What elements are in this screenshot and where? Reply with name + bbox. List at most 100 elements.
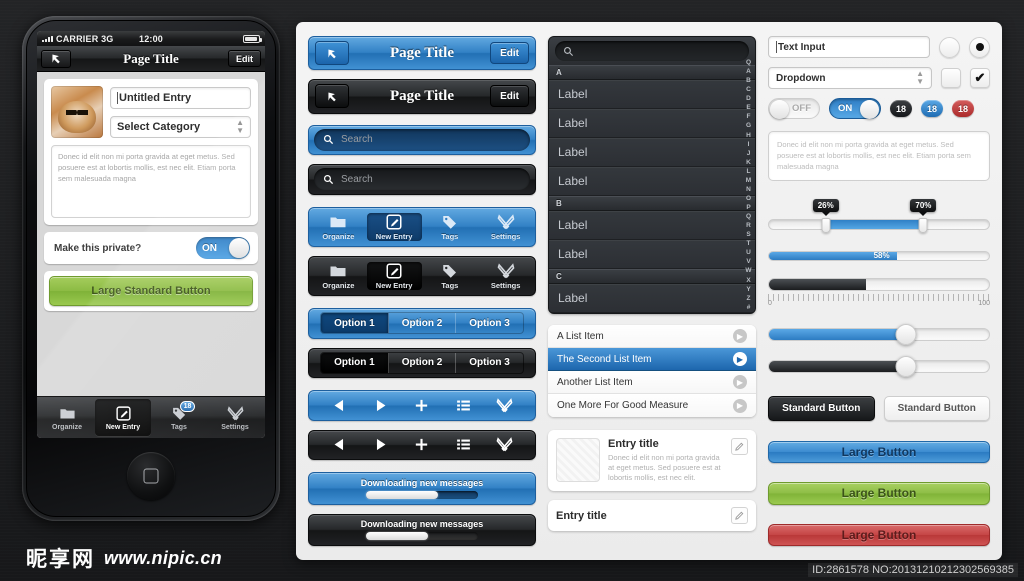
dropdown-select[interactable]: Dropdown ▲ ▼ xyxy=(768,67,932,89)
search-input[interactable] xyxy=(555,41,749,61)
search-input[interactable]: Search xyxy=(314,168,530,191)
back-button[interactable] xyxy=(315,41,349,66)
index-letter[interactable]: P xyxy=(746,204,750,211)
list-icon[interactable] xyxy=(455,436,472,453)
index-letter[interactable]: W xyxy=(745,267,751,274)
knob-track[interactable] xyxy=(768,327,990,341)
tab-organize[interactable]: Organize xyxy=(39,399,95,436)
edit-button[interactable]: Edit xyxy=(228,50,261,67)
large-standard-button[interactable]: Large Standard Button xyxy=(49,276,253,306)
play-icon[interactable] xyxy=(372,436,389,453)
segment-option-3[interactable]: Option 3 xyxy=(456,353,523,373)
large-button-blue[interactable]: Large Button xyxy=(768,440,990,464)
back-button[interactable] xyxy=(41,49,71,68)
index-letter[interactable]: G xyxy=(746,122,751,129)
segment-option-1[interactable]: Option 1 xyxy=(321,313,389,334)
index-letter[interactable]: U xyxy=(746,249,751,256)
list-item[interactable]: Label xyxy=(549,240,755,269)
textarea[interactable]: Donec id elit non mi porta gravida at eg… xyxy=(768,131,990,182)
index-letter[interactable]: L xyxy=(747,168,751,175)
index-letter[interactable]: K xyxy=(746,159,751,166)
index-letter[interactable]: # xyxy=(747,304,751,311)
entry-photo[interactable] xyxy=(51,86,103,138)
tab-new-entry[interactable]: New Entry xyxy=(95,399,151,436)
tabbar-item-organize[interactable]: Organize xyxy=(311,262,366,290)
tab-tags[interactable]: Tags 18 xyxy=(151,399,207,436)
index-letter[interactable]: Q xyxy=(746,59,751,66)
pencil-icon[interactable] xyxy=(731,438,748,455)
list-item[interactable]: A List Item ▶ xyxy=(548,325,756,348)
list-item-selected[interactable]: The Second List Item ▶ xyxy=(548,348,756,371)
entry-title-input[interactable]: Untitled Entry xyxy=(110,86,251,109)
tools-icon[interactable] xyxy=(496,436,513,453)
knob-handle[interactable] xyxy=(895,323,917,345)
index-letter[interactable]: S xyxy=(746,231,750,238)
entry-card-simple[interactable]: Entry title xyxy=(548,500,756,531)
index-letter[interactable]: M xyxy=(746,177,751,184)
index-letter[interactable]: H xyxy=(746,132,751,139)
segment-option-3[interactable]: Option 3 xyxy=(456,313,523,333)
list-item[interactable]: Label xyxy=(549,138,755,167)
index-letter[interactable]: Y xyxy=(746,286,750,293)
pencil-icon[interactable] xyxy=(731,507,748,524)
standard-button-light[interactable]: Standard Button xyxy=(883,395,990,421)
list-item[interactable]: Label xyxy=(549,109,755,138)
index-letter[interactable]: F xyxy=(747,113,751,120)
index-letter[interactable]: C xyxy=(746,86,751,93)
radio-unchecked-icon[interactable] xyxy=(939,36,960,58)
index-letter[interactable]: T xyxy=(747,240,751,247)
large-button-red[interactable]: Large Button xyxy=(768,523,990,546)
fill-slider[interactable]: 58% xyxy=(768,251,990,261)
index-letter[interactable]: D xyxy=(746,95,751,102)
large-button-green[interactable]: Large Button xyxy=(768,482,990,505)
index-letter[interactable]: X xyxy=(746,277,750,284)
range-handle-high[interactable] xyxy=(918,218,928,234)
tabbar-item-tags[interactable]: Tags xyxy=(423,213,478,241)
checkbox-unchecked-icon[interactable] xyxy=(941,68,961,88)
segment-option-2[interactable]: Option 2 xyxy=(389,352,457,373)
prev-icon[interactable] xyxy=(331,436,348,453)
ruler-track[interactable] xyxy=(768,277,990,291)
tabbar-item-tags[interactable]: Tags xyxy=(423,262,478,290)
toggle-on[interactable]: ON xyxy=(829,98,881,119)
tools-icon[interactable] xyxy=(496,397,513,414)
index-letter[interactable]: V xyxy=(746,258,750,265)
list-item[interactable]: Label xyxy=(549,211,755,240)
index-letter[interactable]: O xyxy=(746,195,751,202)
list-item[interactable]: One More For Good Measure ▶ xyxy=(548,394,756,417)
entry-note-textarea[interactable]: Donec id elit non mi porta gravida at eg… xyxy=(51,145,251,218)
list-icon[interactable] xyxy=(455,397,472,414)
knob-handle[interactable] xyxy=(895,355,917,377)
text-input[interactable]: Text Input xyxy=(768,36,930,58)
list-item[interactable]: Another List Item ▶ xyxy=(548,371,756,394)
tab-settings[interactable]: Settings xyxy=(207,399,263,436)
category-select[interactable]: Select Category ▲ ▼ xyxy=(110,115,251,138)
segment-option-1[interactable]: Option 1 xyxy=(321,352,389,373)
plus-icon[interactable] xyxy=(413,397,430,414)
index-letter[interactable]: B xyxy=(746,77,751,84)
list-item[interactable]: Label xyxy=(549,167,755,196)
toggle-off[interactable]: OFF xyxy=(768,98,820,119)
list-item[interactable]: Label xyxy=(549,80,755,109)
edit-button[interactable]: Edit xyxy=(490,42,529,65)
range-handle-low[interactable] xyxy=(821,218,831,234)
checkbox-checked-icon[interactable]: ✔ xyxy=(970,68,990,88)
alphabet-index-strip[interactable]: Q A B C D E F G H I J K L M N O P Q R S T U V W X Y Z # xyxy=(743,59,754,311)
knob-track[interactable] xyxy=(768,359,990,373)
segment-option-2[interactable]: Option 2 xyxy=(389,313,457,334)
index-letter[interactable]: I xyxy=(748,141,750,148)
edit-button[interactable]: Edit xyxy=(490,85,529,108)
tabbar-item-new-entry[interactable]: New Entry xyxy=(366,212,422,241)
standard-button-dark[interactable]: Standard Button xyxy=(768,395,875,421)
play-icon[interactable] xyxy=(372,397,389,414)
list-item[interactable]: Label xyxy=(549,284,755,313)
privacy-toggle[interactable]: ON xyxy=(196,237,250,259)
tabbar-item-settings[interactable]: Settings xyxy=(478,213,533,241)
plus-icon[interactable] xyxy=(413,436,430,453)
index-letter[interactable]: Q xyxy=(746,213,751,220)
tabbar-item-organize[interactable]: Organize xyxy=(311,213,366,241)
index-letter[interactable]: N xyxy=(746,186,751,193)
radio-checked-icon[interactable] xyxy=(969,36,990,58)
back-button[interactable] xyxy=(315,84,349,109)
prev-icon[interactable] xyxy=(331,397,348,414)
